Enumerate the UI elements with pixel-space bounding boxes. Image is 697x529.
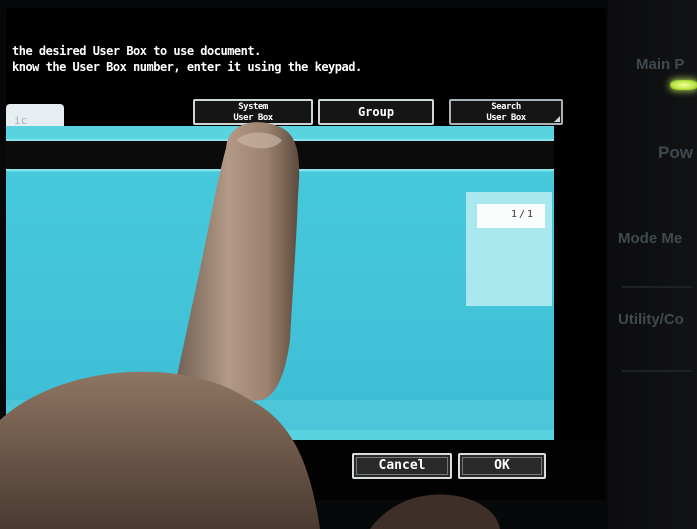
pointing-finger — [0, 122, 500, 529]
photo: the desired User Box to use document. kn… — [0, 0, 697, 529]
thumb — [370, 494, 500, 529]
index-finger — [170, 122, 300, 411]
hand — [0, 371, 320, 529]
